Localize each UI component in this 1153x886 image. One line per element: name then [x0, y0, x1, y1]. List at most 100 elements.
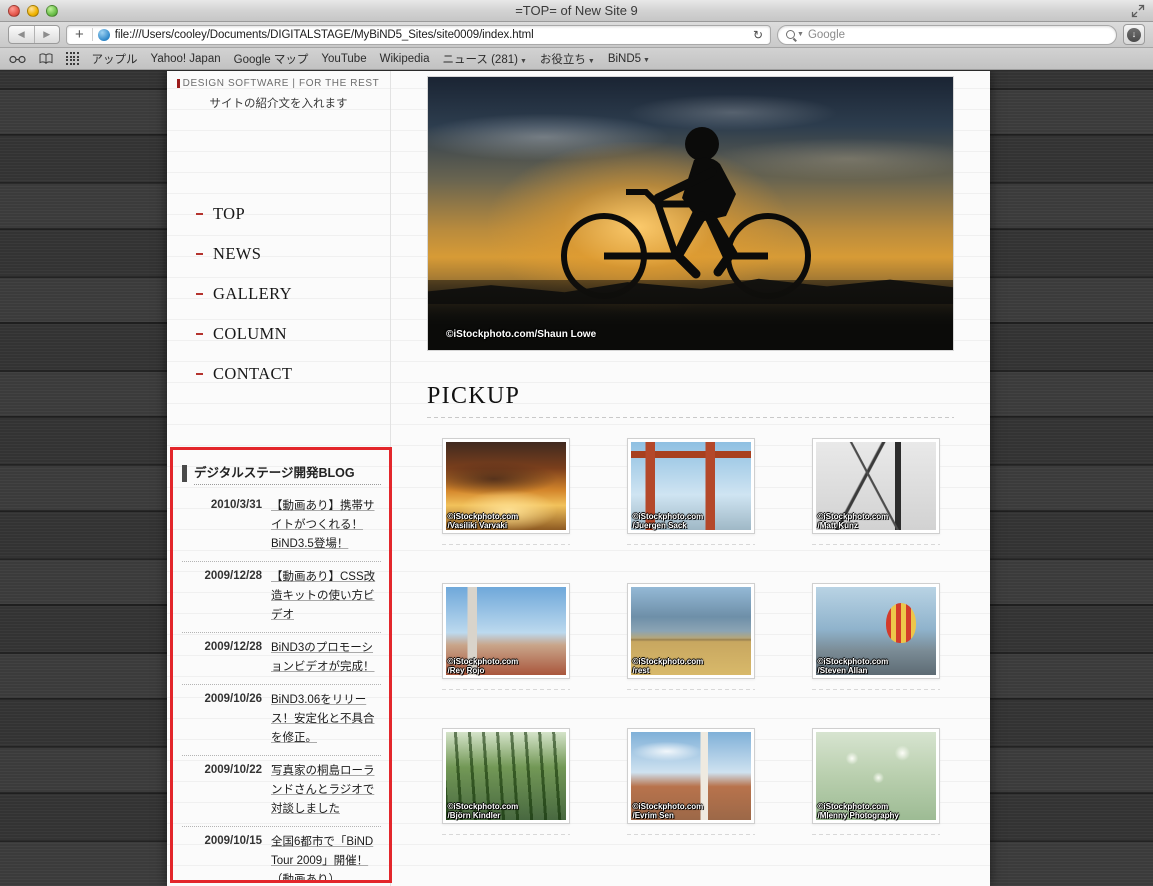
pickup-item[interactable]: ©iStockphoto.com /Mlenny Photography [797, 728, 954, 835]
thumbnail[interactable]: ©iStockphoto.com /Matt Kunz [811, 438, 940, 534]
window-title: =TOP= of New Site 9 [515, 3, 638, 18]
bookmark-useful[interactable]: お役立ち ▼ [540, 51, 595, 67]
bookmark-label: お役立ち [539, 53, 586, 66]
site-canvas: DESIGN SOFTWARE | FOR THE REST サイトの紹介文を入… [167, 71, 990, 886]
blog-entry[interactable]: 2009/10/26 BiND3.06をリリース！安定化と不具合を修正。 [182, 685, 381, 756]
hero-credit: ©iStockphoto.com/Shaun Lowe [446, 329, 597, 340]
pickup-item[interactable]: ©iStockphoto.com /Juergen Sack [612, 438, 769, 545]
nav-label: GALLERY [213, 284, 292, 303]
blog-entry-date: 2009/10/26 [204, 692, 262, 705]
chevron-down-icon: ▼ [643, 56, 650, 64]
blog-entry-link[interactable]: 全国6都市で「BiND Tour 2009」開催！（動画あり） [271, 833, 381, 880]
site-navigation: TOP NEWS GALLERY COLUMN CONTACT [167, 194, 390, 394]
blog-entry[interactable]: 2010/3/31 【動画あり】携帯サイトがつくれる！BiND3.5登場！ [182, 491, 381, 562]
blog-entry-link[interactable]: 写真家の桐島ローランドさんとラジオで対談しました [271, 762, 381, 819]
blog-entry[interactable]: 2009/12/28 BiND3のプロモーションビデオが完成！ [182, 633, 381, 685]
bookmark-google-maps[interactable]: Google マップ [234, 51, 309, 67]
blog-entry-link[interactable]: 【動画あり】CSS改造キットの使い方ビデオ [271, 568, 381, 625]
blog-entry-link[interactable]: BiND3.06をリリース！安定化と不具合を修正。 [271, 691, 381, 748]
browser-toolbar: ◀ ▶ + file:///Users/cooley/Documents/DIG… [0, 22, 1153, 48]
forward-button[interactable]: ▶ [35, 26, 60, 43]
dash-marker-icon [196, 333, 203, 335]
new-tab-button[interactable]: + [72, 27, 87, 42]
thumbnail[interactable]: ©iStockphoto.com /Vasiliki Varvaki [441, 438, 570, 534]
thumbnail-credit: ©iStockphoto.com /Matt Kunz [817, 511, 889, 530]
blog-entry-link[interactable]: BiND3のプロモーションビデオが完成！ [271, 639, 381, 677]
bookmark-wikipedia[interactable]: Wikipedia [380, 53, 430, 65]
thumbnail[interactable]: ©iStockphoto.com /Björn Kindler [441, 728, 570, 824]
blog-entry[interactable]: 2009/12/28 【動画あり】CSS改造キットの使い方ビデオ [182, 562, 381, 633]
back-button[interactable]: ◀ [9, 26, 35, 43]
fullscreen-arrows-icon[interactable] [1131, 4, 1145, 18]
thumbnail[interactable]: ©iStockphoto.com /Steven Allan [811, 583, 940, 679]
item-divider [811, 834, 940, 835]
bookmark-label: YouTube [321, 52, 367, 65]
thumbnail[interactable]: ©iStockphoto.com /Evrim Sen [626, 728, 755, 824]
thumbnail[interactable]: ©iStockphoto.com /Mlenny Photography [811, 728, 940, 824]
search-field[interactable]: ▼ Google [777, 24, 1117, 45]
blog-entry[interactable]: 2009/10/15 全国6都市で「BiND Tour 2009」開催！（動画あ… [182, 827, 381, 880]
site-main: ©iStockphoto.com/Shaun Lowe PICKUP ©iSto… [391, 71, 990, 886]
thumbnail-credit: ©iStockphoto.com /Björn Kindler [447, 801, 519, 820]
blog-entry[interactable]: 2009/10/22 写真家の桐島ローランドさんとラジオで対談しました [182, 756, 381, 827]
thumbnail-credit: ©iStockphoto.com /Rey Rojo [447, 656, 519, 675]
chevron-down-icon: ▼ [587, 57, 595, 65]
bookmark-apple[interactable]: アップル [92, 51, 138, 67]
item-divider [811, 689, 940, 690]
pickup-item[interactable]: ©iStockphoto.com /Björn Kindler [427, 728, 584, 835]
downloads-button[interactable]: ↓ [1123, 24, 1145, 45]
navigation-buttons[interactable]: ◀ ▶ [8, 25, 60, 44]
address-bar[interactable]: + file:///Users/cooley/Documents/DIGITAL… [66, 24, 771, 45]
nav-item-column[interactable]: COLUMN [167, 314, 390, 354]
blog-title: デジタルステージ開発BLOG [194, 462, 381, 485]
pickup-item[interactable]: ©iStockphoto.com /Steven Allan [797, 583, 954, 690]
bookmark-label: BiND5 [607, 52, 642, 65]
page-viewport: DESIGN SOFTWARE | FOR THE REST サイトの紹介文を入… [0, 71, 1153, 886]
nav-item-contact[interactable]: CONTACT [167, 354, 390, 394]
blog-entry-date: 2009/10/15 [204, 834, 262, 847]
blog-entry-date: 2010/3/31 [210, 499, 262, 511]
dash-marker-icon [196, 373, 203, 375]
pickup-grid: ©iStockphoto.com /Vasiliki Varvaki ©iSto… [427, 438, 954, 835]
bookmark-label: Yahoo! Japan [150, 52, 221, 65]
thumbnail-credit: ©iStockphoto.com /Mlenny Photography [817, 801, 899, 820]
reload-icon[interactable]: ↻ [753, 28, 765, 42]
reading-glasses-icon[interactable] [9, 54, 26, 64]
item-divider [811, 544, 940, 545]
thumbnail-credit: ©iStockphoto.com /Vasiliki Varvaki [447, 511, 519, 530]
tagline-japanese: サイトの紹介文を入れます [209, 98, 348, 110]
bookmark-news[interactable]: ニュース (281) ▼ [442, 51, 526, 67]
thumbnail[interactable]: ©iStockphoto.com /Rey Rojo [441, 583, 570, 679]
bookmark-label: Wikipedia [379, 52, 430, 65]
book-icon[interactable] [39, 53, 53, 64]
blog-entry-link[interactable]: 【動画あり】携帯サイトがつくれる！BiND3.5登場！ [271, 497, 381, 554]
pickup-item[interactable]: ©iStockphoto.com /rest [612, 583, 769, 690]
nav-item-gallery[interactable]: GALLERY [167, 274, 390, 314]
nav-label: TOP [213, 204, 246, 223]
dash-marker-icon [196, 253, 203, 255]
site-sidebar: DESIGN SOFTWARE | FOR THE REST サイトの紹介文を入… [167, 71, 392, 886]
dash-marker-icon [196, 213, 203, 215]
bookmark-bind5[interactable]: BiND5 ▼ [608, 53, 650, 65]
thumbnail[interactable]: ©iStockphoto.com /rest [626, 583, 755, 679]
bookmark-youtube[interactable]: YouTube [321, 53, 366, 65]
pickup-item[interactable]: ©iStockphoto.com /Evrim Sen [612, 728, 769, 835]
nav-item-top[interactable]: TOP [167, 194, 390, 234]
pickup-item[interactable]: ©iStockphoto.com /Rey Rojo [427, 583, 584, 690]
blog-block-selected[interactable]: デジタルステージ開発BLOG 2010/3/31 【動画あり】携帯サイトがつくれ… [170, 447, 392, 883]
thumbnail[interactable]: ©iStockphoto.com /Juergen Sack [626, 438, 755, 534]
search-placeholder: Google [807, 28, 846, 41]
pickup-item[interactable]: ©iStockphoto.com /Matt Kunz [797, 438, 954, 545]
pickup-item[interactable]: ©iStockphoto.com /Vasiliki Varvaki [427, 438, 584, 545]
chevron-down-icon[interactable]: ▼ [797, 31, 804, 38]
thumbnail-credit: ©iStockphoto.com /Steven Allan [817, 656, 889, 675]
item-divider [441, 689, 570, 690]
toolbar-divider [91, 28, 93, 41]
item-divider [626, 834, 755, 835]
thumbnail-credit: ©iStockphoto.com /Juergen Sack [632, 511, 704, 530]
bookmark-yahoo-japan[interactable]: Yahoo! Japan [151, 53, 221, 65]
download-arrow-icon: ↓ [1127, 27, 1141, 42]
grid-icon[interactable] [66, 52, 79, 65]
nav-label: CONTACT [213, 364, 293, 383]
nav-item-news[interactable]: NEWS [167, 234, 390, 274]
